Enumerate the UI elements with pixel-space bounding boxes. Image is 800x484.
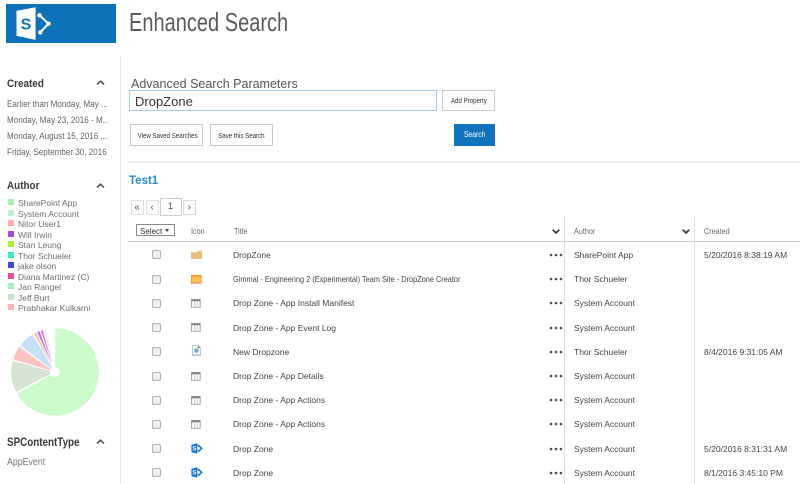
svg-text:S: S (192, 446, 197, 453)
svg-text:S: S (192, 470, 197, 477)
svg-text:S: S (21, 17, 32, 34)
